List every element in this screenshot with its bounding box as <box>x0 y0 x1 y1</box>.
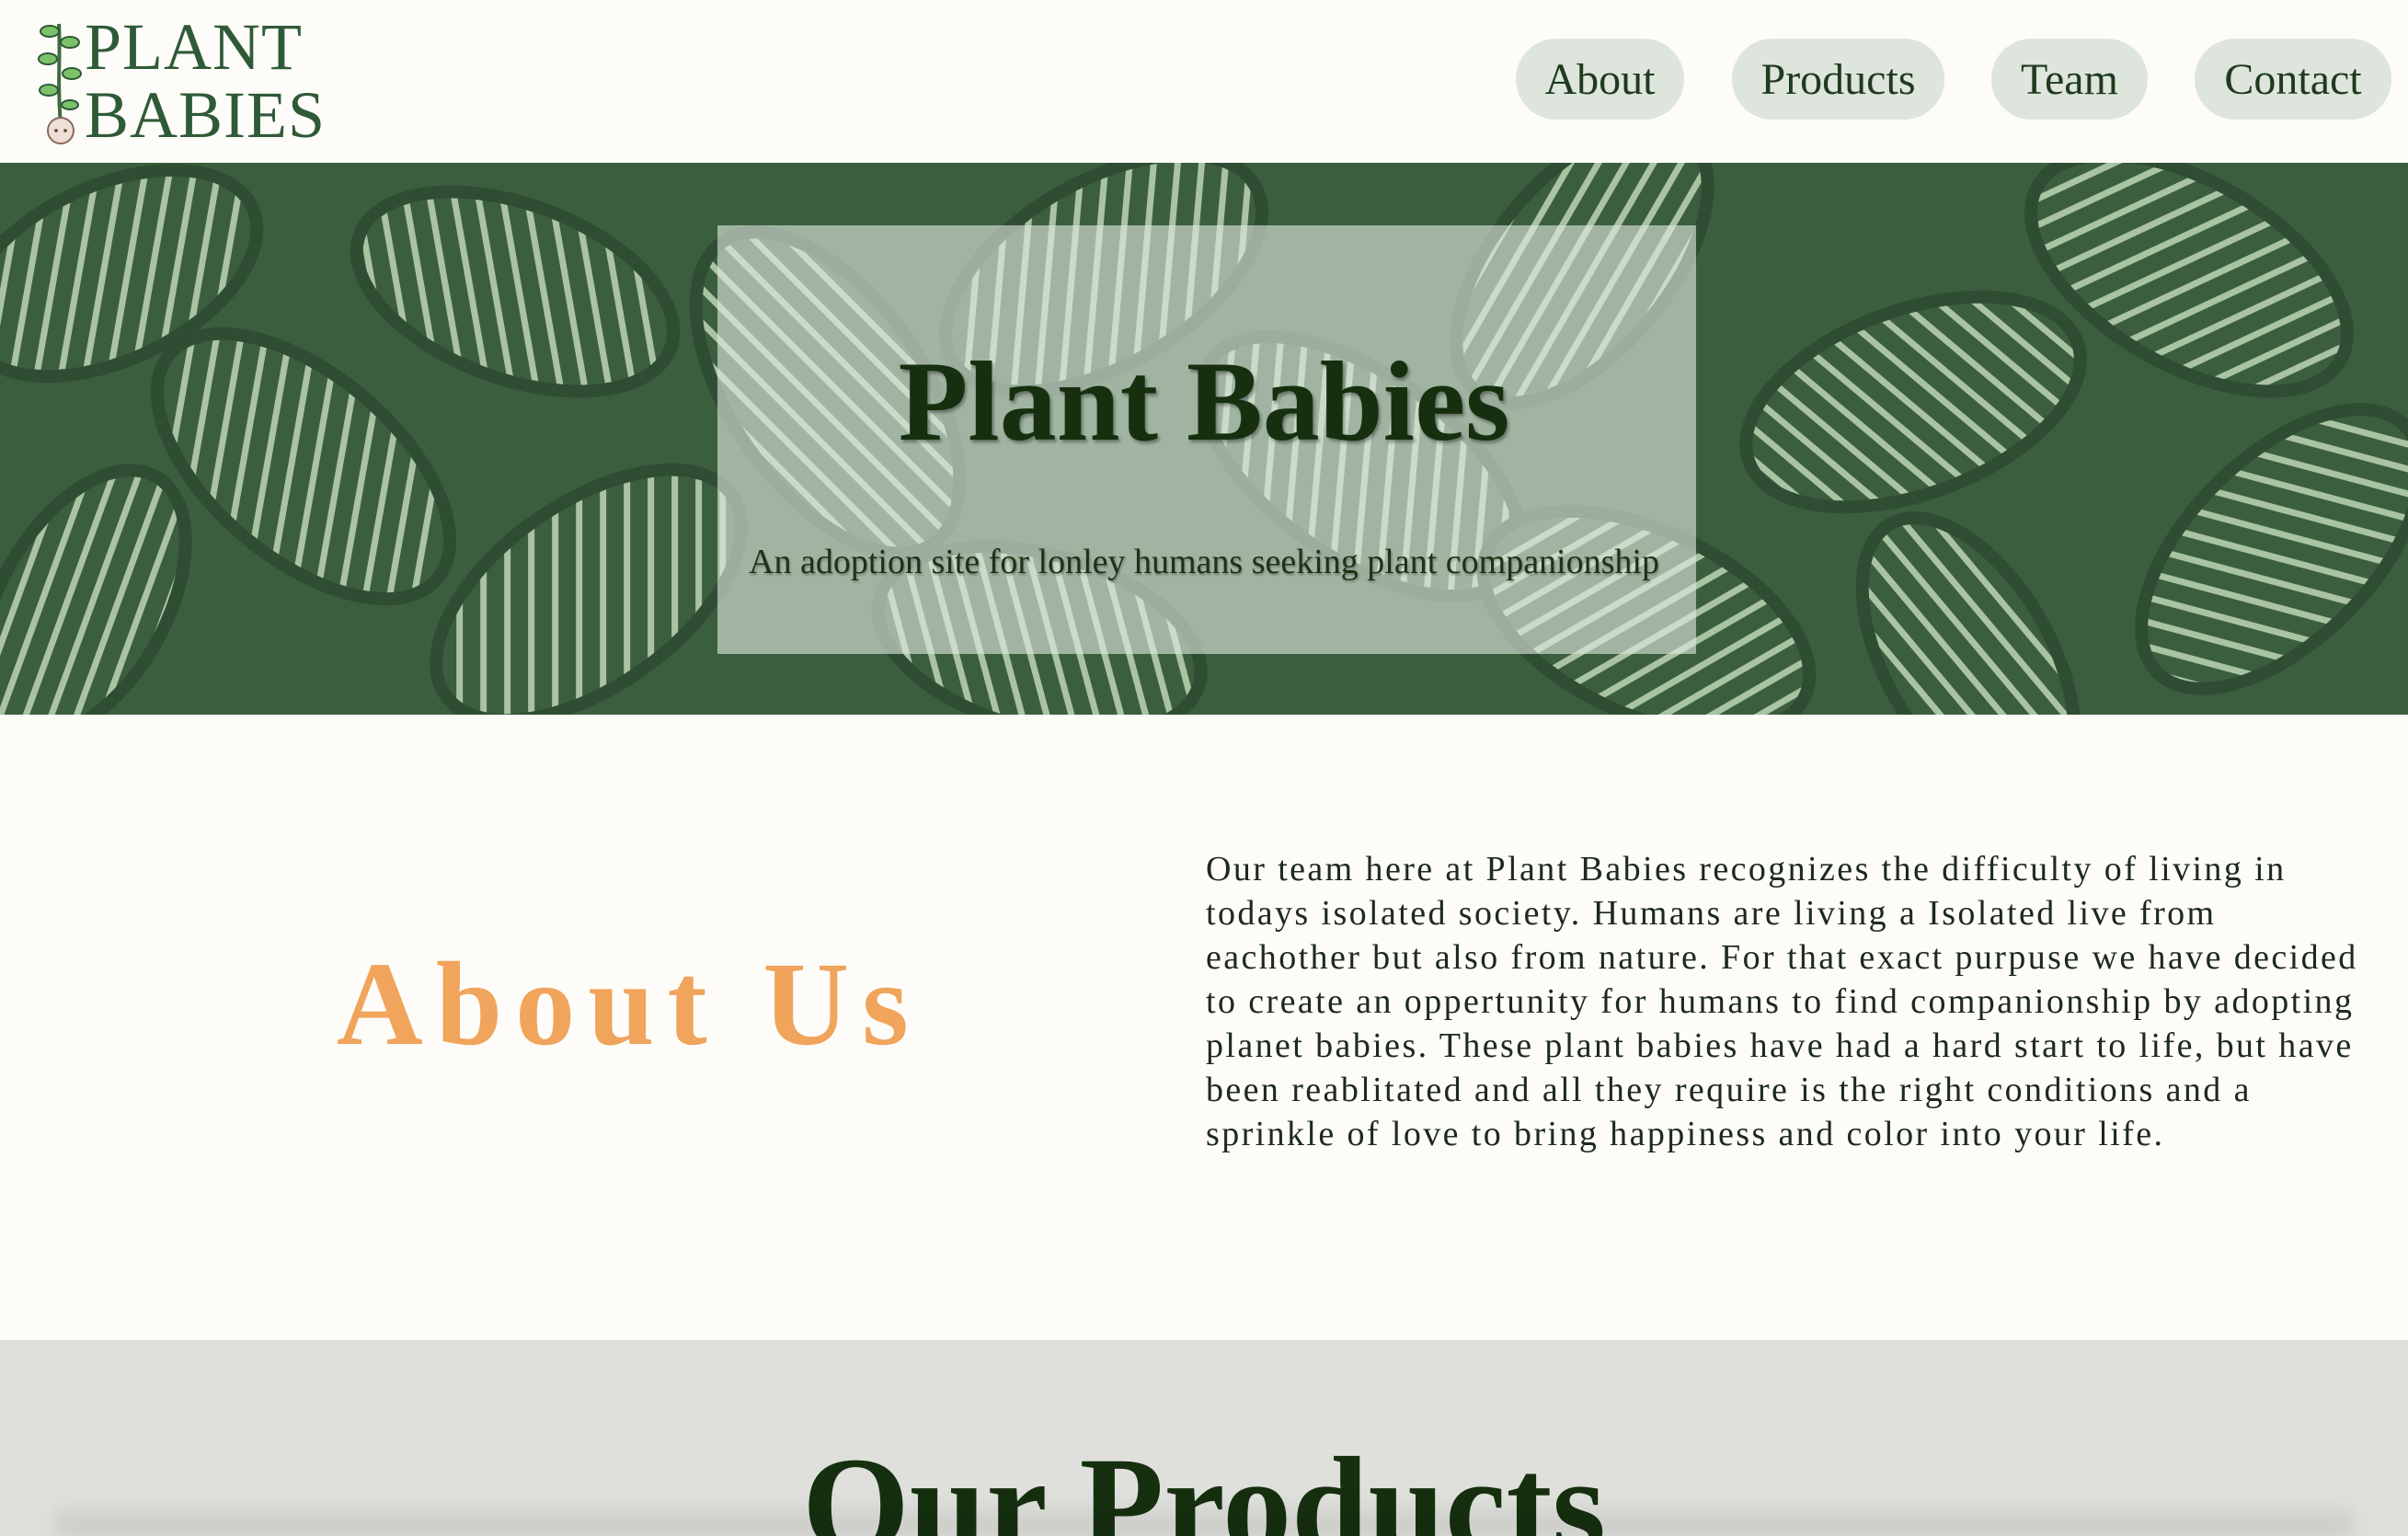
nav-products[interactable]: Products <box>1732 39 1944 120</box>
logo-line-1: PLANT <box>85 10 303 84</box>
logo-wordmark: PLANT BABIES <box>85 13 326 149</box>
nav-team[interactable]: Team <box>1991 39 2148 120</box>
nav-contact[interactable]: Contact <box>2195 39 2391 120</box>
nav-about[interactable]: About <box>1516 39 1684 120</box>
about-body: Our team here at Plant Babies recognizes… <box>1206 850 2358 1153</box>
site-header: PLANT BABIES About Products Team Contact <box>0 0 2408 163</box>
hero-title: Plant Babies <box>898 338 1510 464</box>
hero-banner: Plant Babies An adoption site for lonley… <box>0 163 2408 715</box>
hero-subtitle: An adoption site for lonley humans seeki… <box>749 543 1659 581</box>
logo-line-2: BABIES <box>85 78 327 152</box>
site-logo[interactable]: PLANT BABIES <box>33 13 327 151</box>
sprout-icon <box>38 23 82 144</box>
about-heading: About Us <box>337 938 922 1071</box>
products-card-shadow <box>55 1499 2353 1536</box>
products-section: Our Products <box>0 1340 2408 1536</box>
about-section: About Us Our team here at Plant Babies r… <box>0 715 2408 1340</box>
